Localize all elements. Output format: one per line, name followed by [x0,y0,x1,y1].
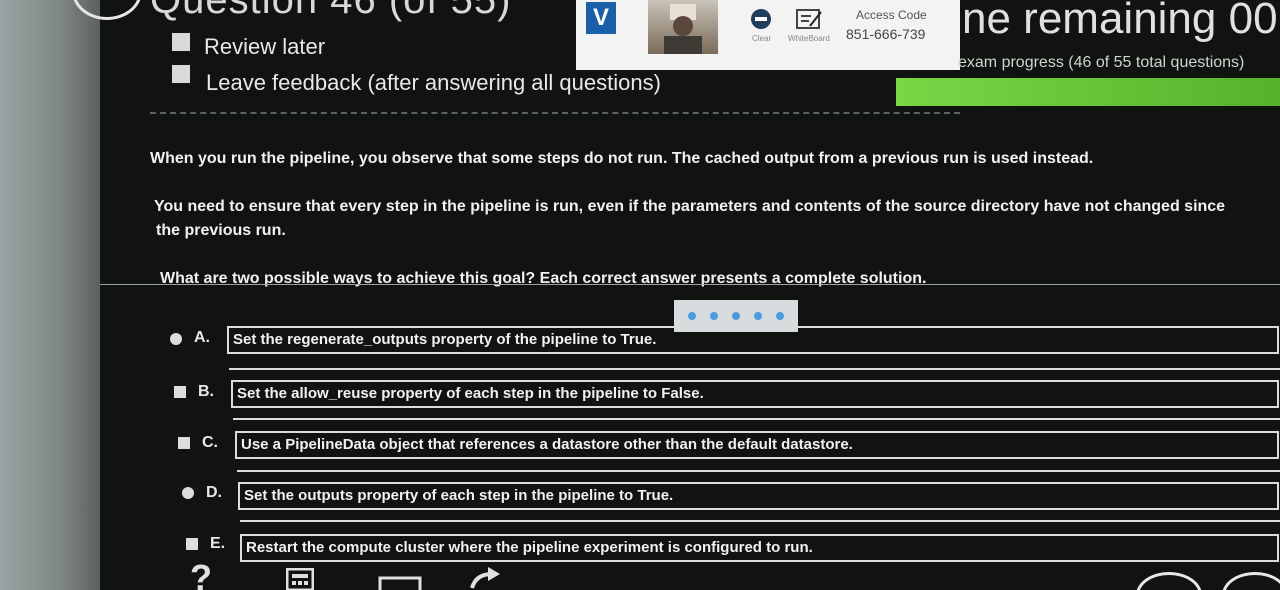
question-paragraph-2-line-1: You need to ensure that every step in th… [154,198,1226,215]
option-d-underline [240,520,1280,522]
option-b-text[interactable]: Set the allow_reuse property of each ste… [231,380,1279,408]
option-e-text[interactable]: Restart the compute cluster where the pi… [240,534,1279,562]
loading-dot [732,312,740,320]
question-prompt: What are two possible ways to achieve th… [160,270,927,287]
clear-label: Clear [752,34,772,43]
whiteboard-label: WhiteBoard [788,34,830,43]
access-code-label: Access Code [856,8,927,22]
option-e-checkbox[interactable] [186,538,198,550]
question-title: Question 46 (of 55) [150,0,512,22]
option-e-letter: E. [210,535,226,552]
clear-icon[interactable] [750,8,772,30]
option-a-checkbox[interactable] [170,333,182,345]
option-d-letter: D. [206,484,222,501]
option-c-checkbox[interactable] [178,437,190,449]
question-rule [100,284,1280,285]
question-paragraph-1: When you run the pipeline, you observe t… [150,150,1094,167]
question-paragraph-2-line-2: the previous run. [156,222,286,239]
option-c-text[interactable]: Use a PipelineData object that reference… [235,431,1279,459]
option-c-underline [237,470,1280,472]
undo-icon[interactable] [466,566,502,590]
option-a-text[interactable]: Set the regenerate_outputs property of t… [227,326,1279,354]
option-d-text[interactable]: Set the outputs property of each step in… [238,482,1279,510]
calculator-icon[interactable] [285,567,315,590]
exam-progress-bar [896,78,1280,106]
exam-progress-text: exam progress (46 of 55 total questions) [958,54,1245,71]
option-b-letter: B. [198,383,214,400]
divider [150,112,960,114]
loading-dot [776,312,784,320]
leave-feedback-label: Leave feedback (after answering all ques… [206,70,661,95]
leave-feedback-checkbox[interactable] [172,65,190,83]
loading-dot [710,312,718,320]
monitor-screen: Question 46 (of 55) Review later Leave f… [0,0,1280,590]
option-a-letter: A. [194,329,210,346]
access-code-value: 851-666-739 [846,26,926,42]
person-icon [664,4,702,54]
whiteboard-icon[interactable] [796,8,822,30]
option-d-checkbox[interactable] [182,487,194,499]
webcam-preview [648,0,718,54]
help-icon[interactable]: ? [190,560,212,590]
option-b-underline [233,418,1280,420]
loading-dot [688,312,696,320]
loading-dot [754,312,762,320]
review-later-checkbox[interactable] [172,33,190,51]
option-a-underline [229,368,1280,370]
comment-icon[interactable] [378,574,422,590]
option-c-letter: C. [202,434,218,451]
time-remaining: ne remaining 00 [962,0,1278,43]
monitor-bezel [0,0,100,590]
review-later-label: Review later [204,34,326,59]
option-b-checkbox[interactable] [174,386,186,398]
vendor-logo: V [586,2,616,34]
